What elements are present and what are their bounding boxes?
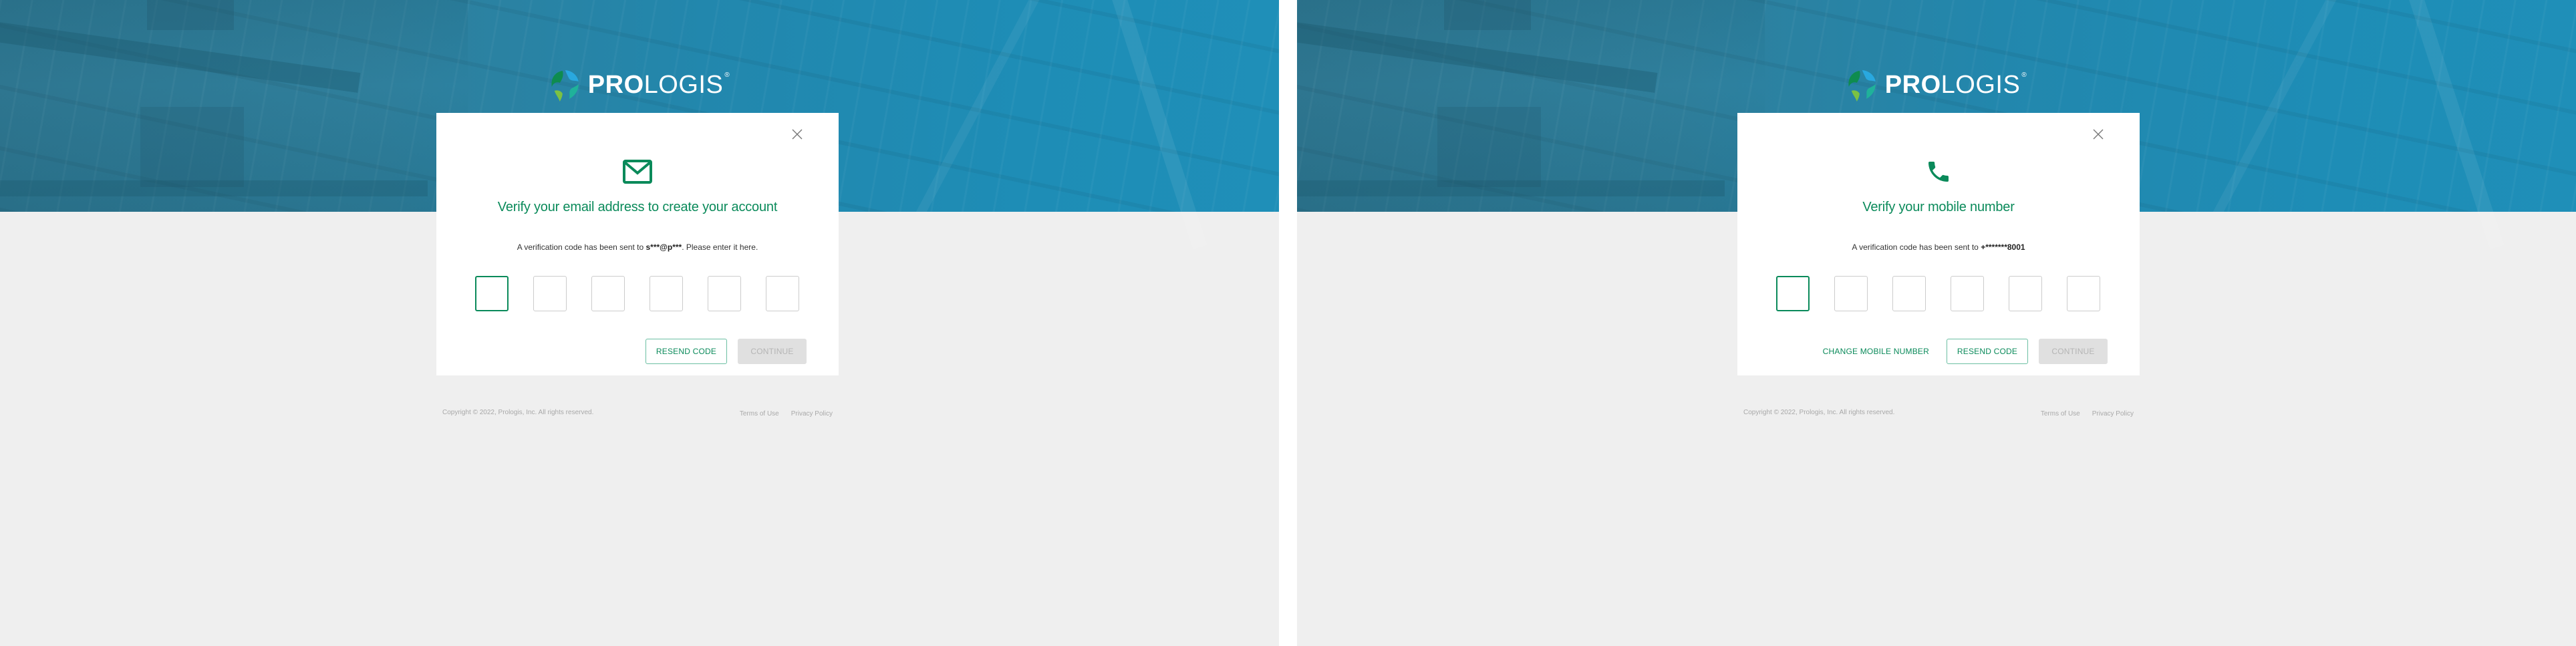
modal-actions: RESEND CODE CONTINUE xyxy=(646,339,807,364)
prologis-logo: PROLOGIS ® xyxy=(549,68,730,102)
code-input-group xyxy=(1776,276,2100,311)
continue-button[interactable]: CONTINUE xyxy=(2039,339,2108,364)
prologis-logo: PROLOGIS ® xyxy=(1846,68,2027,102)
terms-of-use-link[interactable]: Terms of Use xyxy=(740,410,779,418)
modal-actions: CHANGE MOBILE NUMBER RESEND CODE CONTINU… xyxy=(1816,339,2108,364)
email-verification-screen: PROLOGIS ® Verify your email address to c… xyxy=(0,0,1279,646)
phone-icon xyxy=(1923,158,1954,185)
terms-of-use-link[interactable]: Terms of Use xyxy=(2041,410,2080,418)
change-mobile-number-button[interactable]: CHANGE MOBILE NUMBER xyxy=(1816,339,1936,364)
logo-wordmark: PROLOGIS ® xyxy=(587,71,730,99)
code-digit-2[interactable] xyxy=(533,276,567,311)
mail-icon xyxy=(622,158,653,185)
code-digit-6[interactable] xyxy=(766,276,799,311)
resend-code-button[interactable]: RESEND CODE xyxy=(1947,339,2028,364)
modal-title: Verify your mobile number xyxy=(1862,200,2015,214)
continue-button[interactable]: CONTINUE xyxy=(738,339,807,364)
masked-phone: +*******8001 xyxy=(1981,243,2025,252)
privacy-policy-link[interactable]: Privacy Policy xyxy=(2092,410,2134,418)
code-digit-4[interactable] xyxy=(1951,276,1984,311)
code-digit-5[interactable] xyxy=(708,276,741,311)
logo-wordmark: PROLOGIS ® xyxy=(1884,71,2027,99)
resend-code-button[interactable]: RESEND CODE xyxy=(646,339,727,364)
verification-modal: Verify your mobile number A verification… xyxy=(1737,113,2140,375)
code-digit-5[interactable] xyxy=(2009,276,2042,311)
privacy-policy-link[interactable]: Privacy Policy xyxy=(791,410,833,418)
modal-title: Verify your email address to create your… xyxy=(497,200,778,214)
code-digit-1[interactable] xyxy=(475,276,509,311)
prologis-globe-icon xyxy=(1848,70,1876,102)
code-input-group xyxy=(475,276,799,311)
verification-description: A verification code has been sent to s**… xyxy=(517,243,758,252)
close-icon xyxy=(2093,129,2104,140)
close-button[interactable] xyxy=(2092,128,2105,141)
close-icon xyxy=(792,129,803,140)
masked-email: s***@p*** xyxy=(646,243,682,252)
mobile-verification-screen: PROLOGIS ® Verify your mobile number A ve… xyxy=(1297,0,2576,646)
copyright-text: Copyright © 2022, Prologis, Inc. All rig… xyxy=(1743,409,1895,416)
verification-description: A verification code has been sent to +**… xyxy=(1852,243,2025,252)
code-digit-3[interactable] xyxy=(1892,276,1926,311)
code-digit-1[interactable] xyxy=(1776,276,1810,311)
copyright-text: Copyright © 2022, Prologis, Inc. All rig… xyxy=(442,409,594,416)
verification-modal: Verify your email address to create your… xyxy=(436,113,839,375)
code-digit-4[interactable] xyxy=(650,276,683,311)
code-digit-6[interactable] xyxy=(2067,276,2100,311)
prologis-globe-icon xyxy=(551,70,579,102)
code-digit-3[interactable] xyxy=(591,276,625,311)
close-button[interactable] xyxy=(791,128,804,141)
code-digit-2[interactable] xyxy=(1834,276,1868,311)
